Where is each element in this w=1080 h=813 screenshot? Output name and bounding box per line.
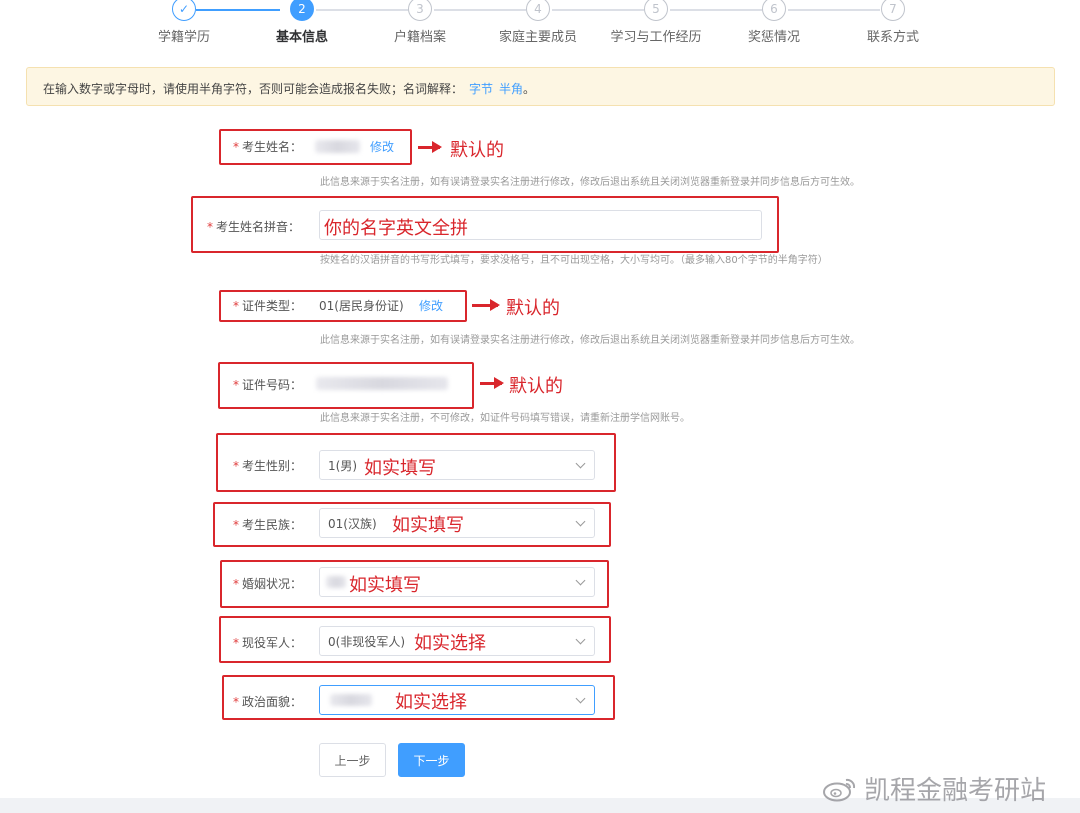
watermark: 凯程金融考研站 bbox=[822, 770, 1046, 807]
step-connector bbox=[670, 9, 762, 11]
step-connector bbox=[552, 9, 644, 11]
step-1-label[interactable]: 学籍学历 bbox=[124, 26, 244, 45]
id-type-help-text: 此信息来源于实名注册，如有误请登录实名注册进行修改，修改后退出系统且关闭浏览器重… bbox=[320, 335, 860, 346]
step-5-number: 5 bbox=[644, 0, 668, 21]
annotation-select-military: 如实选择 bbox=[414, 633, 486, 654]
step-connector bbox=[434, 9, 526, 11]
annotation-box-name bbox=[219, 129, 412, 165]
half-width-notice: 在输入数字或字母时，请使用半角字符，否则可能会造成报名失败；名词解释： 字节 半… bbox=[26, 67, 1055, 106]
step-3-number: 3 bbox=[408, 0, 432, 21]
step-6-number: 6 bbox=[762, 0, 786, 21]
annotation-fill-ethnicity: 如实填写 bbox=[392, 515, 464, 536]
annotation-arrow bbox=[472, 299, 500, 310]
pinyin-help-text: 按姓名的汉语拼音的书写形式填写，要求没格号，且不可出现空格，大小写均可。（最多输… bbox=[320, 255, 828, 266]
step-7-label[interactable]: 联系方式 bbox=[833, 26, 953, 45]
step-1-check-icon: ✓ bbox=[172, 0, 196, 21]
byte-definition-link[interactable]: 字节 bbox=[469, 80, 493, 96]
step-2-number: 2 bbox=[290, 0, 314, 21]
annotation-box-pinyin bbox=[191, 196, 779, 253]
annotation-box-id-type bbox=[219, 290, 467, 322]
next-step-button[interactable]: 下一步 bbox=[398, 743, 465, 777]
step-connector bbox=[316, 9, 408, 11]
step-4-label[interactable]: 家庭主要成员 bbox=[478, 26, 598, 45]
annotation-arrow bbox=[480, 377, 504, 388]
step-2-label[interactable]: 基本信息 bbox=[242, 26, 362, 45]
notice-end: 。 bbox=[523, 82, 536, 96]
annotation-box-id-number bbox=[218, 362, 474, 409]
notice-text: 在输入数字或字母时，请使用半角字符，否则可能会造成报名失败；名词解释： bbox=[43, 82, 464, 96]
watermark-text: 凯程金融考研站 bbox=[864, 776, 1047, 806]
prev-step-button[interactable]: 上一步 bbox=[319, 743, 386, 777]
annotation-fill-gender: 如实填写 bbox=[364, 458, 436, 479]
step-5-label[interactable]: 学习与工作经历 bbox=[596, 26, 716, 45]
annotation-arrow bbox=[418, 141, 442, 152]
step-connector bbox=[788, 9, 880, 11]
annotation-default-id-type: 默认的 bbox=[506, 298, 560, 319]
step-4-number: 4 bbox=[526, 0, 550, 21]
step-3-label[interactable]: 户籍档案 bbox=[360, 26, 480, 45]
half-width-definition-link[interactable]: 半角 bbox=[499, 80, 523, 96]
weibo-logo-icon bbox=[822, 776, 858, 802]
annotation-default-id-number: 默认的 bbox=[509, 376, 563, 397]
name-help-text: 此信息来源于实名注册，如有误请登录实名注册进行修改，修改后退出系统且关闭浏览器重… bbox=[320, 177, 860, 188]
annotation-default-name: 默认的 bbox=[450, 140, 504, 161]
annotation-fill-marital: 如实填写 bbox=[349, 575, 421, 596]
id-number-help-text: 此信息来源于实名注册，不可修改，如证件号码填写错误，请重新注册学信网账号。 bbox=[320, 413, 690, 424]
step-connector bbox=[196, 9, 280, 11]
step-7-number: 7 bbox=[881, 0, 905, 21]
annotation-select-political: 如实选择 bbox=[395, 692, 467, 713]
annotation-pinyin-hint: 你的名字英文全拼 bbox=[324, 218, 468, 239]
step-progress-bar: ✓ 2 3 4 5 6 7 学籍学历 基本信息 户籍档案 家庭主要成员 学习与工… bbox=[0, 0, 1080, 50]
step-6-label[interactable]: 奖惩情况 bbox=[714, 26, 834, 45]
